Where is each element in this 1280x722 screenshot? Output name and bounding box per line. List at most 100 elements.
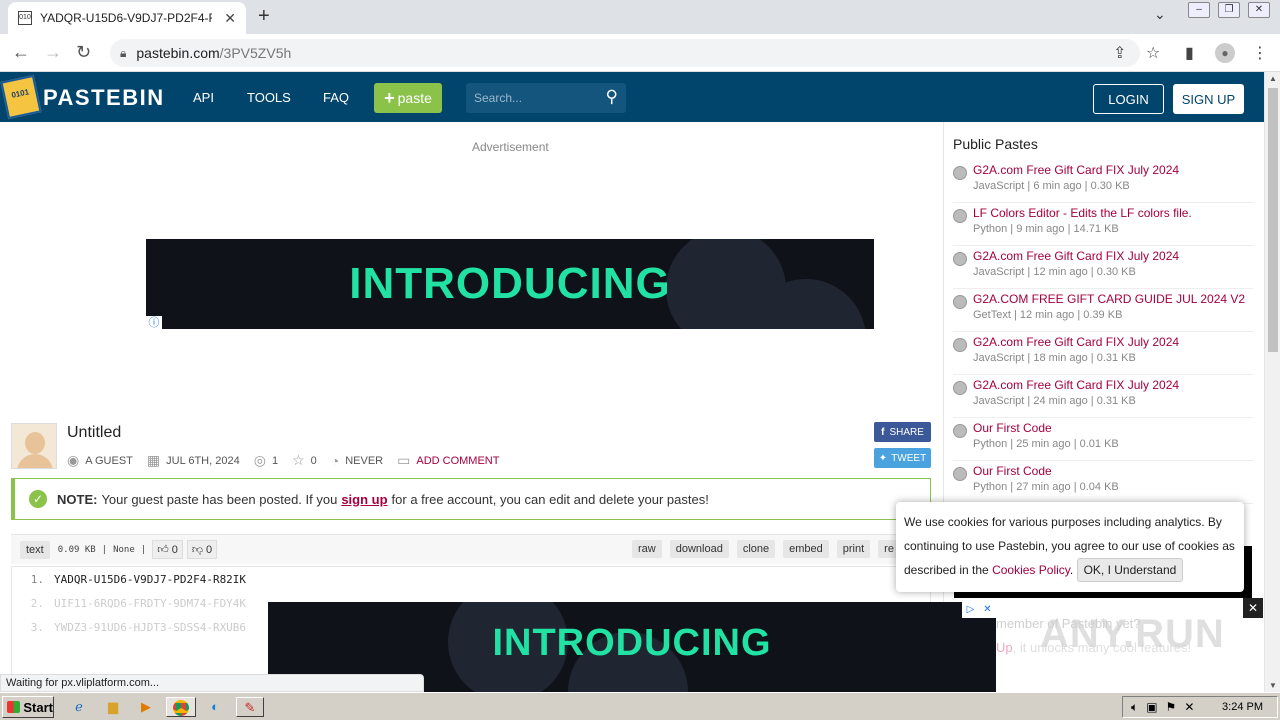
paste-link[interactable]: G2A.com Free Gift Card FIX July 2024: [973, 163, 1179, 177]
bookmark-star-icon[interactable]: ☆: [1146, 43, 1160, 63]
public-paste-item[interactable]: LF Colors Editor - Edits the LF colors f…: [953, 203, 1253, 246]
public-paste-item[interactable]: G2A.com Free Gift Card FIX July 2024 Jav…: [953, 246, 1253, 289]
public-paste-item[interactable]: G2A.com Free Gift Card FIX July 2024 Jav…: [953, 375, 1253, 418]
back-icon[interactable]: ←: [12, 42, 30, 63]
line-number: 3.: [30, 620, 44, 634]
minimize-icon[interactable]: –: [1188, 2, 1210, 18]
paste-views: 1: [271, 454, 279, 467]
public-paste-item[interactable]: G2A.COM FREE GIFT CARD GUIDE JUL 2024 V2…: [953, 289, 1253, 332]
app-icon[interactable]: ✎: [236, 697, 264, 717]
nav-faq[interactable]: FAQ: [323, 90, 349, 105]
nav-api[interactable]: API: [193, 90, 214, 105]
cookies-policy-link[interactable]: Cookies Policy: [992, 563, 1070, 577]
new-tab-icon[interactable]: +: [258, 5, 270, 28]
profile-avatar-icon[interactable]: ●: [1215, 43, 1235, 63]
browser-status-bar: Waiting for px.vliplatform.com...: [0, 674, 424, 692]
chrome-icon[interactable]: [166, 697, 196, 717]
ie-icon[interactable]: ℯ: [68, 697, 90, 717]
avatar-head: [25, 432, 45, 454]
globe-icon: [953, 252, 967, 266]
dislike-count: 0: [206, 543, 213, 556]
url-host: pastebin.com: [136, 45, 220, 61]
scroll-up-icon[interactable]: ▲: [1269, 74, 1277, 83]
note-signup-link[interactable]: sign up: [341, 492, 387, 507]
paste-category: None: [113, 544, 135, 555]
close-window-icon[interactable]: ✕: [1248, 2, 1270, 18]
paste-link[interactable]: LF Colors Editor - Edits the LF colors f…: [973, 206, 1192, 220]
search-icon[interactable]: ⚲: [606, 87, 618, 107]
paste-link[interactable]: G2A.com Free Gift Card FIX July 2024: [973, 249, 1179, 263]
separator: |: [101, 544, 108, 555]
ad-banner-text: INTRODUCING: [492, 622, 772, 664]
search-placeholder: Search...: [474, 91, 523, 105]
close-ad-button[interactable]: ✕: [1243, 598, 1263, 618]
new-paste-label: paste: [397, 90, 432, 106]
share-page-icon[interactable]: ⇪: [1113, 43, 1126, 63]
embed-button[interactable]: embed: [783, 540, 829, 558]
dislike-button[interactable]: 👎︎ 0: [186, 540, 218, 559]
print-button[interactable]: print: [836, 540, 871, 558]
network-icon[interactable]: ▣: [1146, 700, 1157, 714]
url-bar[interactable]: 🔒︎ pastebin.com/3PV5ZV5h: [110, 39, 1140, 67]
paste-title: Untitled: [67, 424, 122, 441]
search-input[interactable]: Search... ⚲: [466, 83, 626, 113]
volume-icon[interactable]: 🔈︎: [1131, 700, 1138, 715]
side-panel-icon[interactable]: ▮: [1185, 43, 1194, 63]
download-button[interactable]: download: [669, 540, 729, 558]
paste-link[interactable]: G2A.com Free Gift Card FIX July 2024: [973, 335, 1179, 349]
globe-icon: [953, 166, 967, 180]
nav-tools[interactable]: TOOLS: [247, 90, 291, 105]
new-paste-button[interactable]: + paste: [374, 83, 442, 113]
paste-link[interactable]: Our First Code: [973, 421, 1052, 435]
edge-icon[interactable]: ◐: [204, 697, 226, 717]
browser-tab[interactable]: 010 YADQR-U15D6-V9DJ7-PD2F4-R82IK ✕: [8, 2, 246, 34]
close-tab-icon[interactable]: ✕: [224, 10, 236, 27]
signup-button[interactable]: SIGN UP: [1173, 84, 1244, 114]
paste-link[interactable]: G2A.com Free Gift Card FIX July 2024: [973, 378, 1179, 392]
like-button[interactable]: 👍︎ 0: [152, 540, 183, 559]
scroll-down-icon[interactable]: ▼: [1269, 681, 1277, 690]
comment-icon: ▭: [397, 452, 411, 468]
restore-icon[interactable]: ❐: [1218, 2, 1240, 18]
paste-link[interactable]: G2A.COM FREE GIFT CARD GUIDE JUL 2024 V2: [973, 292, 1245, 306]
folder-icon[interactable]: ▆: [102, 697, 124, 717]
paste-stars: 0: [310, 454, 317, 467]
public-paste-item[interactable]: G2A.com Free Gift Card FIX July 2024 Jav…: [953, 332, 1253, 375]
paste-meta: Python | 9 min ago | 14.71 KB: [973, 223, 1119, 235]
public-paste-item[interactable]: Our First Code Python | 27 min ago | 0.0…: [953, 461, 1253, 504]
tab-search-chevron-down-icon[interactable]: ⌄: [1154, 6, 1166, 23]
pastebin-logo-icon[interactable]: 0101: [0, 74, 42, 120]
adchoices-icon[interactable]: ▷: [962, 602, 979, 618]
paste-link[interactable]: Our First Code: [973, 464, 1052, 478]
member-signup-link[interactable]: Up: [996, 640, 1013, 655]
media-player-icon[interactable]: ▶: [135, 697, 157, 717]
reload-icon[interactable]: ↻: [76, 42, 91, 63]
ad-banner-top[interactable]: INTRODUCING: [146, 239, 874, 329]
page-scrollbar[interactable]: ▲ ▼: [1264, 72, 1280, 692]
public-paste-item[interactable]: G2A.com Free Gift Card FIX July 2024 Jav…: [953, 160, 1253, 203]
anyrun-watermark: ANY.RUN: [1040, 612, 1225, 656]
brand-name[interactable]: PASTEBIN: [43, 85, 165, 111]
raw-button[interactable]: raw: [632, 540, 662, 558]
address-toolbar: ← → ↻ 🔒︎ pastebin.com/3PV5ZV5h ⇪ ☆ ▮ ● ⋮: [0, 34, 1280, 72]
forward-icon[interactable]: →: [44, 42, 62, 63]
share-label: SHARE: [889, 426, 924, 438]
scrollbar-thumb[interactable]: [1268, 88, 1278, 352]
tweet-label: TWEET: [891, 452, 927, 464]
cookie-ok-button[interactable]: OK, I Understand: [1076, 558, 1184, 582]
add-comment-link[interactable]: ADD COMMENT: [416, 455, 499, 467]
menu-kebab-icon[interactable]: ⋮: [1252, 43, 1268, 63]
action-center-flag-icon[interactable]: ⚑: [1166, 700, 1177, 714]
syntax-tag[interactable]: text: [20, 540, 50, 559]
public-paste-item[interactable]: Our First Code Python | 25 min ago | 0.0…: [953, 418, 1253, 461]
ad-info-icon[interactable]: ⓘ: [146, 316, 162, 330]
login-button[interactable]: LOGIN: [1093, 84, 1164, 114]
close-icon[interactable]: ✕: [979, 602, 996, 618]
close-icon[interactable]: ✕: [1184, 700, 1194, 714]
tweet-button[interactable]: ✦ TWEET: [874, 448, 931, 468]
clone-button[interactable]: clone: [736, 540, 776, 558]
line-text: YADQR-U15D6-V9DJ7-PD2F4-R82IK: [54, 572, 247, 586]
start-button[interactable]: Start: [2, 696, 54, 718]
adchoices[interactable]: ▷ ✕: [962, 602, 996, 618]
facebook-share-button[interactable]: f SHARE: [874, 422, 931, 442]
